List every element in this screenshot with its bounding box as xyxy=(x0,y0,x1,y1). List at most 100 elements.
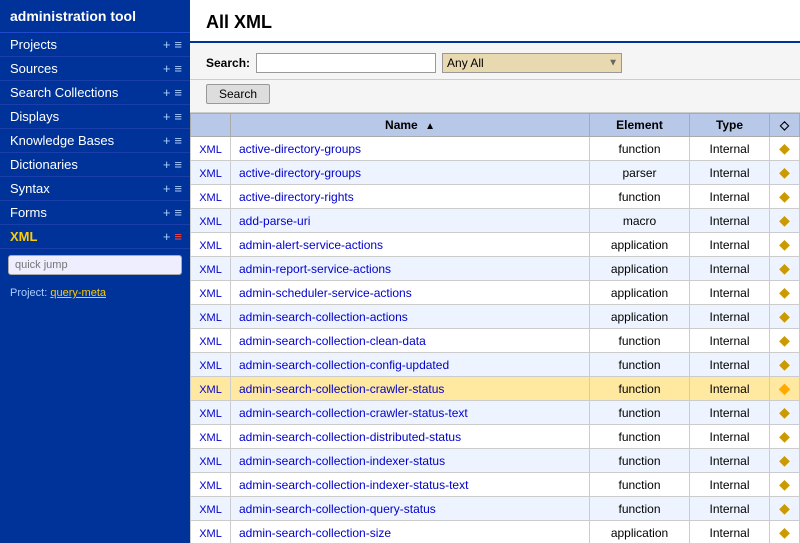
sidebar-item-projects[interactable]: Projects + ≡ xyxy=(0,33,190,57)
xml-link[interactable]: XML xyxy=(199,144,222,156)
quick-jump-input[interactable] xyxy=(8,255,182,275)
xml-link[interactable]: XML xyxy=(199,264,222,276)
plus-icon-knowledge-bases[interactable]: + xyxy=(163,133,171,148)
name-link[interactable]: admin-scheduler-service-actions xyxy=(239,286,412,300)
project-link[interactable]: query-meta xyxy=(50,287,106,299)
element-cell: function xyxy=(590,449,690,473)
xml-cell: XML xyxy=(191,401,231,425)
element-cell: application xyxy=(590,281,690,305)
name-link[interactable]: admin-search-collection-crawler-status xyxy=(239,382,444,396)
sidebar-item-syntax[interactable]: Syntax + ≡ xyxy=(0,177,190,201)
menu-icon-displays[interactable]: ≡ xyxy=(174,109,182,124)
search-dropdown[interactable]: Any All xyxy=(442,53,622,73)
xml-link[interactable]: XML xyxy=(199,288,222,300)
xml-link[interactable]: XML xyxy=(199,384,222,396)
xml-cell: XML xyxy=(191,305,231,329)
xml-link[interactable]: XML xyxy=(199,408,222,420)
name-link[interactable]: admin-alert-service-actions xyxy=(239,238,383,252)
diamond-icon: ◆ xyxy=(779,476,790,492)
name-cell: admin-search-collection-distributed-stat… xyxy=(231,425,590,449)
xml-link[interactable]: XML xyxy=(199,480,222,492)
type-cell: Internal xyxy=(690,209,770,233)
menu-icon-projects[interactable]: ≡ xyxy=(174,37,182,52)
sidebar-item-knowledge-bases[interactable]: Knowledge Bases + ≡ xyxy=(0,129,190,153)
name-cell: admin-report-service-actions xyxy=(231,257,590,281)
diamond-icon-cell: ◆ xyxy=(770,185,800,209)
element-cell: application xyxy=(590,305,690,329)
xml-link[interactable]: XML xyxy=(199,192,222,204)
diamond-icon: ◆ xyxy=(779,500,790,516)
name-cell: add-parse-uri xyxy=(231,209,590,233)
name-link[interactable]: admin-search-collection-actions xyxy=(239,310,408,324)
diamond-icon-cell: ◆ xyxy=(770,497,800,521)
menu-icon-syntax[interactable]: ≡ xyxy=(174,181,182,196)
plus-icon-projects[interactable]: + xyxy=(163,37,171,52)
sidebar-item-displays[interactable]: Displays + ≡ xyxy=(0,105,190,129)
xml-link[interactable]: XML xyxy=(199,240,222,252)
col-header-name[interactable]: Name ▲ xyxy=(231,114,590,137)
element-cell: function xyxy=(590,137,690,161)
element-cell: application xyxy=(590,257,690,281)
xml-cell: XML xyxy=(191,329,231,353)
sidebar-item-search-collections[interactable]: Search Collections + ≡ xyxy=(0,81,190,105)
menu-icon-xml[interactable]: ≡ xyxy=(174,229,182,244)
type-cell: Internal xyxy=(690,137,770,161)
name-link[interactable]: admin-search-collection-distributed-stat… xyxy=(239,430,461,444)
menu-icon-dictionaries[interactable]: ≡ xyxy=(174,157,182,172)
name-cell: admin-search-collection-config-updated xyxy=(231,353,590,377)
sidebar-item-sources[interactable]: Sources + ≡ xyxy=(0,57,190,81)
menu-icon-forms[interactable]: ≡ xyxy=(174,205,182,220)
name-cell: admin-search-collection-indexer-status xyxy=(231,449,590,473)
diamond-icon-cell: ◆ xyxy=(770,377,800,401)
plus-icon-xml[interactable]: + xyxy=(163,229,171,244)
xml-cell: XML xyxy=(191,209,231,233)
xml-link[interactable]: XML xyxy=(199,528,222,540)
menu-icon-search-collections[interactable]: ≡ xyxy=(174,85,182,100)
table-row: XML admin-search-collection-config-update… xyxy=(191,353,800,377)
plus-icon-sources[interactable]: + xyxy=(163,61,171,76)
xml-link[interactable]: XML xyxy=(199,456,222,468)
name-link[interactable]: add-parse-uri xyxy=(239,214,310,228)
name-link[interactable]: admin-report-service-actions xyxy=(239,262,391,276)
sort-arrow-icon: ▲ xyxy=(425,121,435,132)
name-link[interactable]: admin-search-collection-indexer-status xyxy=(239,454,445,468)
diamond-icon: ◆ xyxy=(779,188,790,204)
name-link[interactable]: admin-search-collection-size xyxy=(239,526,391,540)
plus-icon-search-collections[interactable]: + xyxy=(163,85,171,100)
search-button[interactable]: Search xyxy=(206,84,270,104)
table-row: XML admin-search-collection-crawler-statu… xyxy=(191,377,800,401)
xml-link[interactable]: XML xyxy=(199,312,222,324)
col-header-element[interactable]: Element xyxy=(590,114,690,137)
name-link[interactable]: admin-search-collection-query-status xyxy=(239,502,436,516)
name-link[interactable]: admin-search-collection-clean-data xyxy=(239,334,426,348)
sidebar-item-dictionaries[interactable]: Dictionaries + ≡ xyxy=(0,153,190,177)
menu-icon-sources[interactable]: ≡ xyxy=(174,61,182,76)
search-input[interactable] xyxy=(256,53,436,73)
name-link[interactable]: active-directory-rights xyxy=(239,190,354,204)
diamond-icon: ◆ xyxy=(779,332,790,348)
name-cell: active-directory-rights xyxy=(231,185,590,209)
name-link[interactable]: active-directory-groups xyxy=(239,166,361,180)
sidebar-item-xml[interactable]: XML + ≡ xyxy=(0,225,190,249)
sidebar-item-forms[interactable]: Forms + ≡ xyxy=(0,201,190,225)
plus-icon-forms[interactable]: + xyxy=(163,205,171,220)
name-link[interactable]: admin-search-collection-config-updated xyxy=(239,358,449,372)
name-link[interactable]: active-directory-groups xyxy=(239,142,361,156)
name-link[interactable]: admin-search-collection-crawler-status-t… xyxy=(239,406,468,420)
col-header-type[interactable]: Type xyxy=(690,114,770,137)
name-link[interactable]: admin-search-collection-indexer-status-t… xyxy=(239,478,468,492)
plus-icon-dictionaries[interactable]: + xyxy=(163,157,171,172)
xml-link[interactable]: XML xyxy=(199,216,222,228)
xml-link[interactable]: XML xyxy=(199,360,222,372)
table-row: XMLadmin-alert-service-actionsapplicatio… xyxy=(191,233,800,257)
type-cell: Internal xyxy=(690,257,770,281)
plus-icon-syntax[interactable]: + xyxy=(163,181,171,196)
xml-link[interactable]: XML xyxy=(199,336,222,348)
diamond-icon-cell: ◆ xyxy=(770,233,800,257)
xml-link[interactable]: XML xyxy=(199,168,222,180)
xml-link[interactable]: XML xyxy=(199,432,222,444)
menu-icon-knowledge-bases[interactable]: ≡ xyxy=(174,133,182,148)
plus-icon-displays[interactable]: + xyxy=(163,109,171,124)
xml-link[interactable]: XML xyxy=(199,504,222,516)
diamond-icon-cell: ◆ xyxy=(770,449,800,473)
